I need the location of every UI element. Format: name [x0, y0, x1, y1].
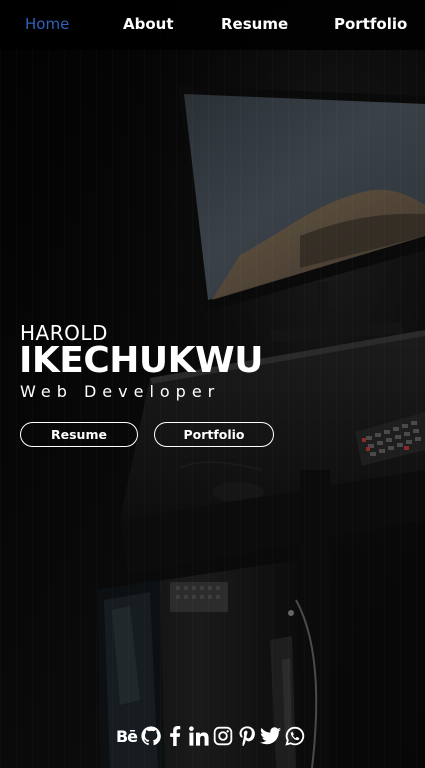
behance-icon[interactable]: Bē: [115, 725, 138, 747]
nav-about[interactable]: About: [123, 15, 174, 33]
page: Home About Resume Portfolio HAROLD IKECH…: [0, 0, 425, 768]
nav-portfolio[interactable]: Portfolio: [334, 15, 407, 33]
social-links: Bē: [116, 724, 305, 748]
linkedin-icon[interactable]: [188, 725, 209, 747]
whatsapp-icon[interactable]: [284, 725, 305, 747]
nav-resume[interactable]: Resume: [221, 15, 288, 33]
pinterest-icon[interactable]: [236, 725, 257, 747]
hero-role: Web Developer: [20, 382, 221, 401]
github-icon[interactable]: [140, 725, 161, 747]
twitter-icon[interactable]: [260, 725, 281, 747]
hero-last-name: IKECHUKWU: [19, 340, 264, 381]
nav-home[interactable]: Home: [25, 15, 69, 33]
facebook-icon[interactable]: [164, 725, 185, 747]
portfolio-button[interactable]: Portfolio: [154, 422, 274, 447]
instagram-icon[interactable]: [212, 725, 233, 747]
resume-button[interactable]: Resume: [20, 422, 138, 447]
behance-icon-label: Bē: [115, 726, 138, 746]
top-nav: Home About Resume Portfolio: [0, 0, 425, 50]
